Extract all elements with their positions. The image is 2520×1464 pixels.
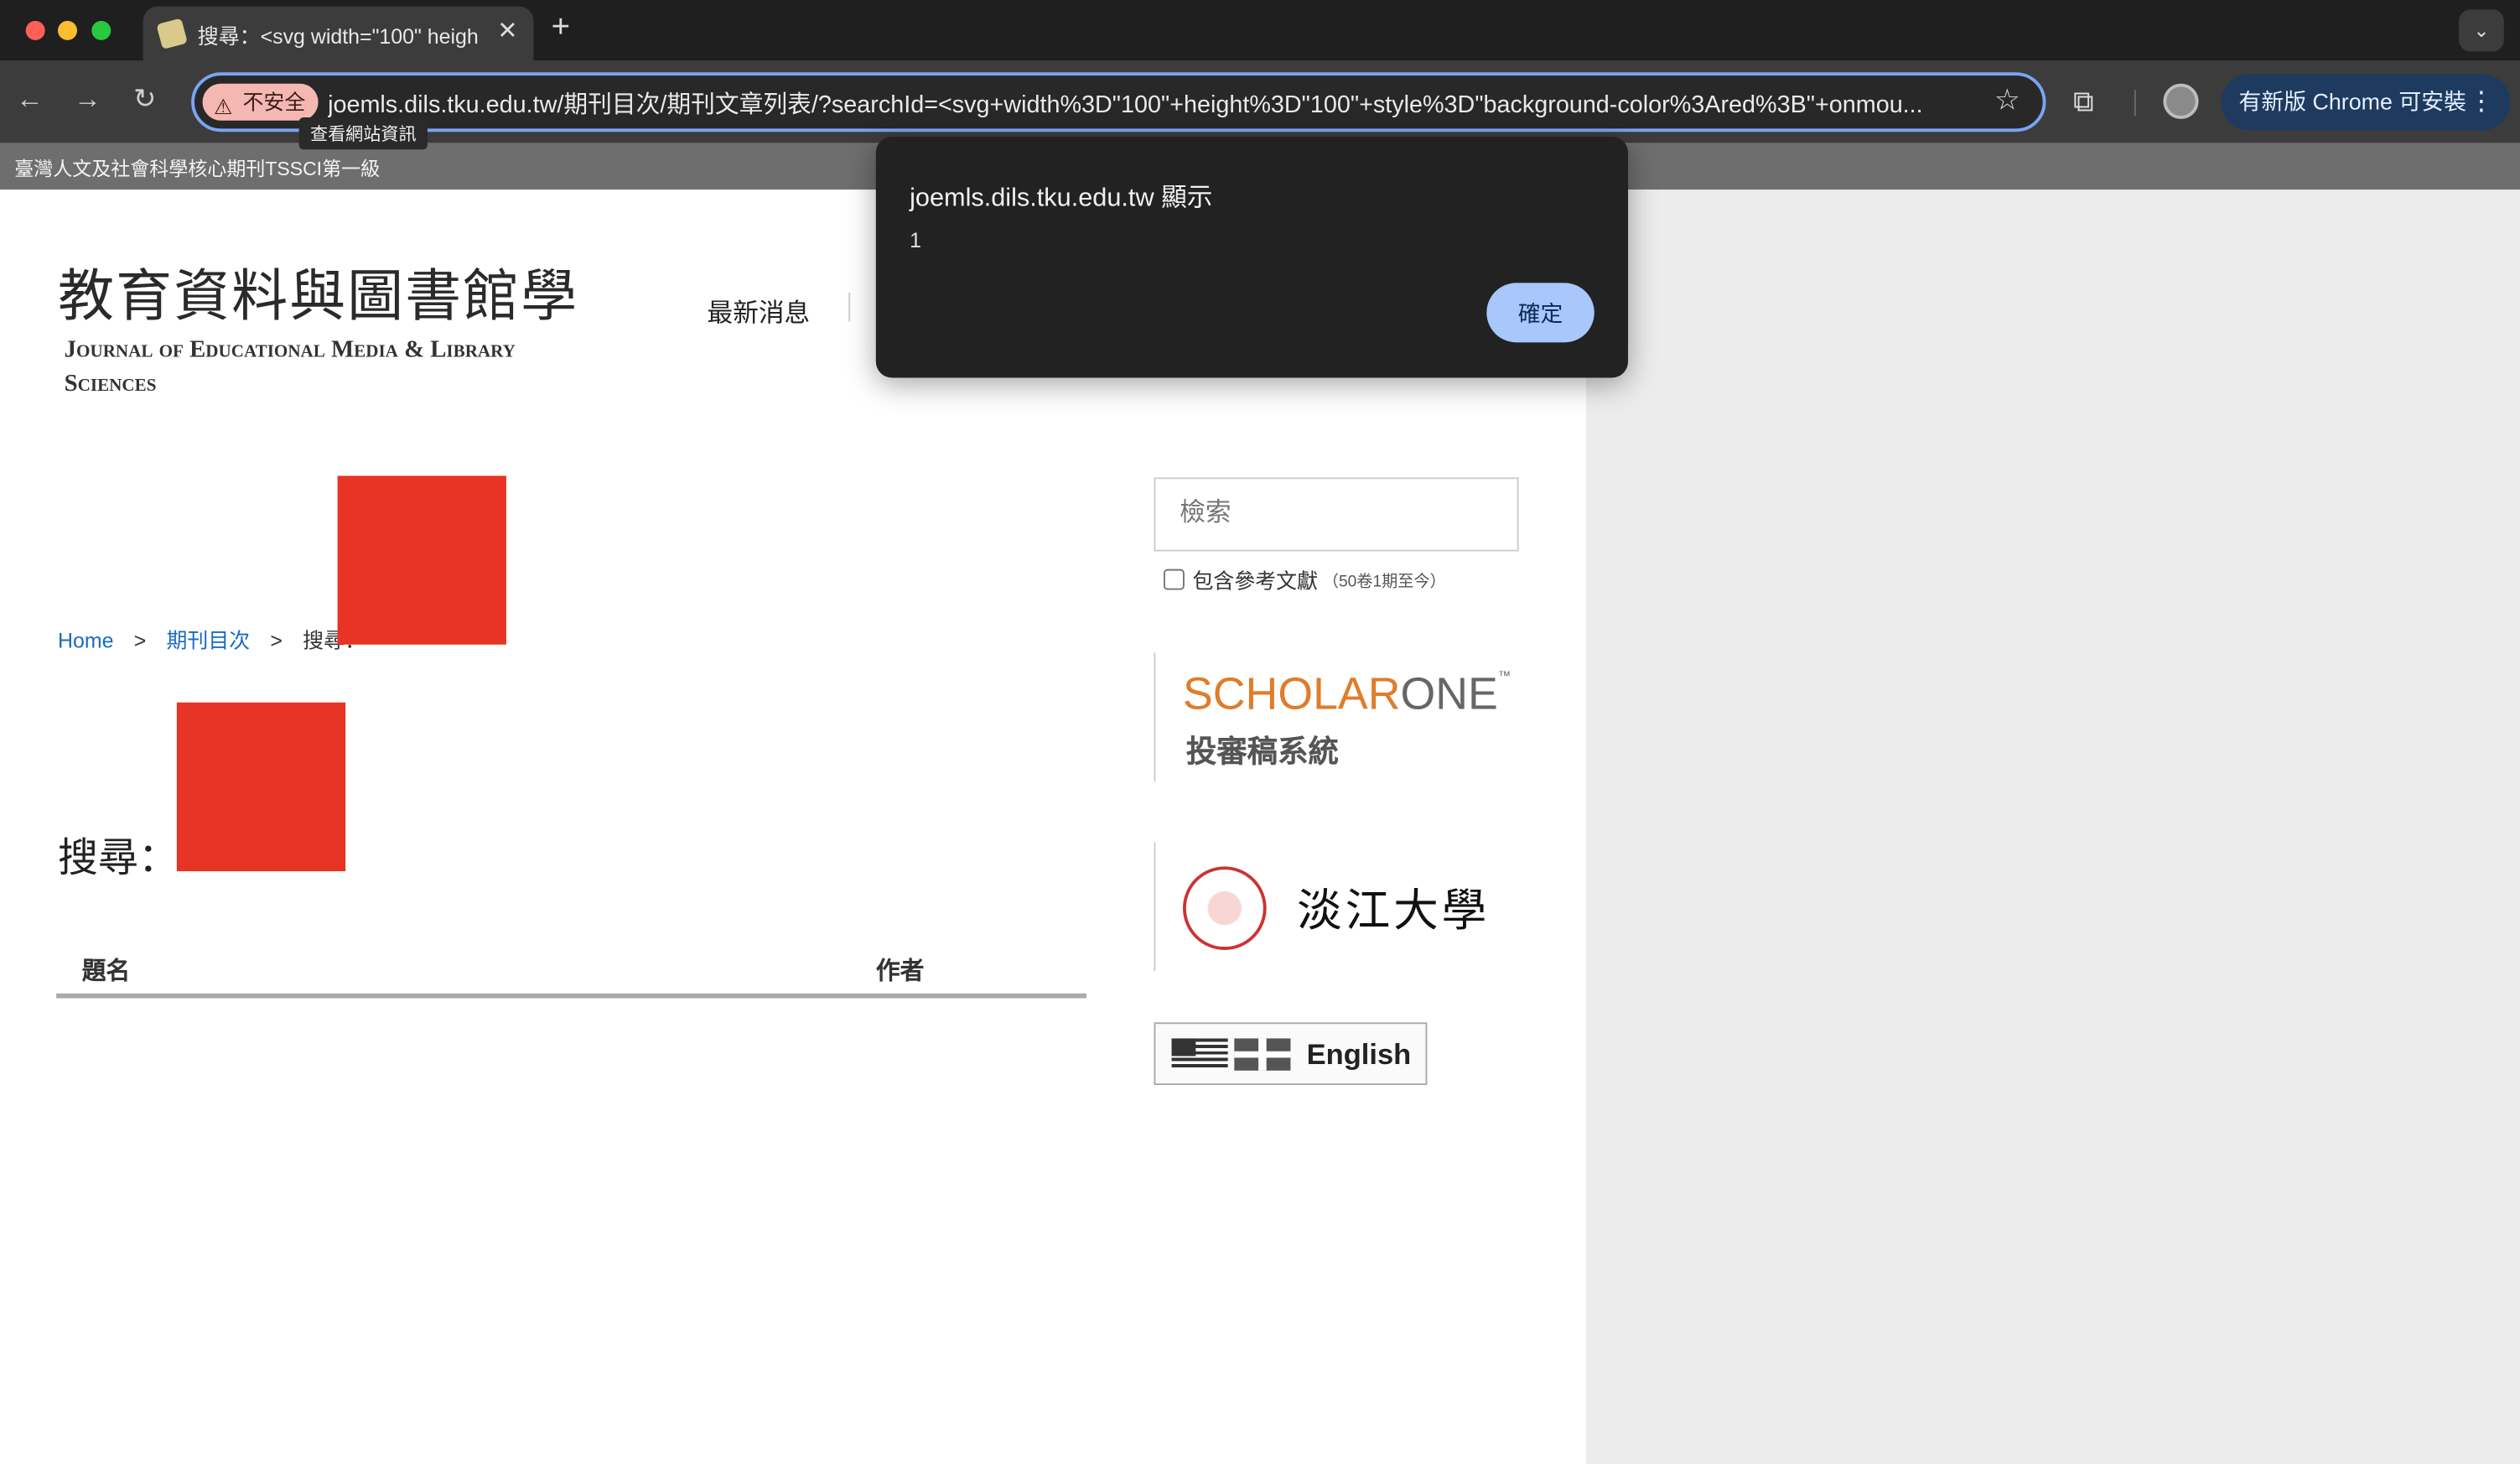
- scholarone-part2: ONE: [1400, 668, 1498, 719]
- tab-title: 搜尋：<svg width="100" heigh: [197, 23, 479, 49]
- breadcrumb-issues[interactable]: 期刊目次: [166, 629, 250, 653]
- uk-flag-icon: [1234, 1038, 1291, 1071]
- include-references-checkbox-box[interactable]: [1163, 568, 1185, 590]
- profile-avatar[interactable]: [2163, 83, 2199, 119]
- nav-latest-news[interactable]: 最新消息: [708, 291, 811, 330]
- dialog-title: joemls.dils.tku.edu.tw 顯示: [910, 184, 1213, 213]
- column-header-author: 作者: [875, 958, 925, 986]
- reload-icon[interactable]: ↻: [133, 84, 156, 116]
- new-tab-button[interactable]: +: [552, 10, 570, 47]
- site-info-chip[interactable]: ⚠ 不安全: [202, 83, 319, 121]
- trademark-mark: ™: [1497, 668, 1511, 683]
- breadcrumb-home[interactable]: Home: [58, 629, 113, 653]
- maximize-window-button[interactable]: [91, 20, 111, 40]
- address-bar[interactable]: ⚠ 不安全 joemls.dils.tku.edu.tw/期刊目次/期刊文章列表…: [191, 72, 2046, 132]
- include-references-note: （50卷1期至今）: [1322, 574, 1446, 592]
- page-background-right: [1586, 189, 2520, 1464]
- submission-system-label[interactable]: 投審稿系統: [1186, 728, 1339, 771]
- breadcrumb-separator: >: [133, 628, 147, 653]
- dialog-ok-button[interactable]: 確定: [1486, 283, 1594, 343]
- breadcrumb: Home > 期刊目次 > 搜尋：: [58, 624, 366, 654]
- url-text[interactable]: joemls.dils.tku.edu.tw/期刊目次/期刊文章列表/?sear…: [328, 87, 1983, 121]
- scholarone-part1: SCHOLAR: [1182, 668, 1401, 719]
- injected-red-svg-box[interactable]: [337, 475, 506, 645]
- insecure-label: 不安全: [242, 90, 306, 115]
- close-window-button[interactable]: [25, 20, 45, 40]
- chrome-update-button[interactable]: 有新版 Chrome 可安裝 ⋮: [2221, 74, 2511, 131]
- tab-close-icon[interactable]: ✕: [497, 16, 517, 45]
- sidebar-divider: [1154, 842, 1156, 971]
- dialog-message: 1: [910, 228, 921, 252]
- journal-logo-en[interactable]: Journal of Educational Media & Library S…: [65, 335, 578, 402]
- scholarone-logo[interactable]: SCHOLARONE™: [1183, 669, 1511, 720]
- nav-divider: [848, 292, 851, 322]
- tab-search-button[interactable]: ⌄: [2459, 9, 2504, 52]
- page-title: 搜尋：: [58, 835, 179, 881]
- extensions-icon[interactable]: ⧉: [2073, 86, 2094, 119]
- favicon-icon: [156, 18, 188, 50]
- include-references-checkbox[interactable]: 包含參考文獻 （50卷1期至今）: [1163, 564, 1446, 594]
- include-references-label: 包含參考文獻: [1192, 568, 1319, 594]
- tku-name-logo[interactable]: 淡江大學: [1297, 876, 1490, 941]
- sidebar-divider: [1154, 652, 1156, 781]
- alert-dialog: joemls.dils.tku.edu.tw 顯示 1 確定: [875, 136, 1629, 378]
- tssci-banner-text: 臺灣人文及社會科學核心期刊TSSCI第一級: [14, 157, 381, 180]
- more-menu-icon[interactable]: ⋮: [2469, 74, 2495, 130]
- bookmark-star-icon[interactable]: ☆: [1994, 84, 2020, 117]
- column-header-title: 題名: [81, 958, 131, 986]
- toolbar-divider: [2134, 90, 2136, 117]
- us-flag-icon: [1171, 1038, 1228, 1071]
- warning-icon: ⚠: [213, 95, 233, 119]
- page-content: 教育資料與圖書館學 Journal of Educational Media &…: [0, 189, 1587, 1464]
- results-table-header: 題名 作者: [56, 942, 1086, 999]
- back-icon[interactable]: ←: [16, 84, 44, 116]
- search-input[interactable]: [1154, 477, 1519, 552]
- injected-red-svg-box[interactable]: [176, 702, 346, 872]
- english-label: English: [1306, 1038, 1412, 1071]
- update-label: 有新版 Chrome 可安裝: [2238, 88, 2466, 115]
- forward-icon[interactable]: →: [74, 84, 101, 116]
- browser-tab[interactable]: 搜尋：<svg width="100" heigh ✕: [143, 6, 534, 61]
- site-info-tooltip: 查看網站資訊: [298, 117, 428, 150]
- journal-logo-cn[interactable]: 教育資料與圖書館學: [58, 251, 578, 333]
- tab-strip: 搜尋：<svg width="100" heigh ✕ + ⌄: [0, 0, 2520, 61]
- tku-seal-logo[interactable]: [1182, 866, 1267, 951]
- minimize-window-button[interactable]: [58, 20, 78, 40]
- english-button[interactable]: English: [1154, 1022, 1428, 1086]
- breadcrumb-separator: >: [270, 628, 283, 653]
